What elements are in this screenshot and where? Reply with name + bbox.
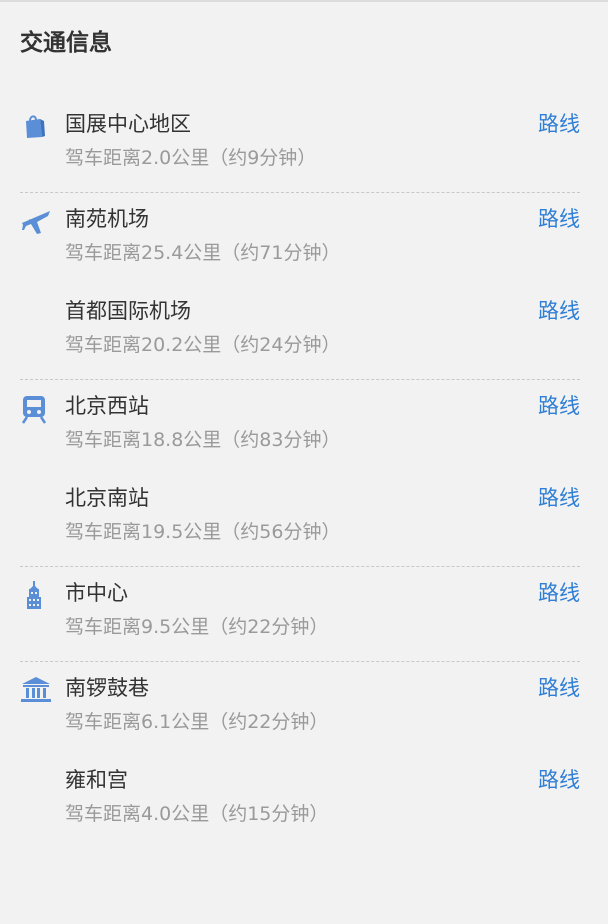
route-link[interactable]: 路线: [538, 110, 580, 138]
airplane-icon: [20, 207, 50, 235]
section-title: 交通信息: [20, 30, 112, 56]
traffic-info-panel: 交通信息 国展中心地区 驾车距离2.0公里（约9分钟） 路线 南苑机场 驾车距离…: [0, 0, 608, 924]
route-link[interactable]: 路线: [538, 674, 580, 702]
drive-distance: 驾车距离19.5公里（约56分钟）: [65, 521, 341, 543]
drive-distance: 驾车距离18.8公里（约83分钟）: [65, 429, 341, 451]
place-name: 雍和宫: [65, 768, 128, 792]
place-name: 首都国际机场: [65, 299, 191, 323]
list-item: 南锣鼓巷 驾车距离6.1公里（约22分钟） 路线: [20, 662, 580, 754]
route-link[interactable]: 路线: [538, 579, 580, 607]
route-link[interactable]: 路线: [538, 392, 580, 420]
drive-distance: 驾车距离25.4公里（约71分钟）: [65, 242, 341, 264]
transport-group-landmark: 南锣鼓巷 驾车距离6.1公里（约22分钟） 路线 雍和宫 驾车距离4.0公里（约…: [20, 662, 580, 848]
transport-group-city-center: 市中心 驾车距离9.5公里（约22分钟） 路线: [20, 567, 580, 662]
drive-distance: 驾车距离20.2公里（约24分钟）: [65, 334, 341, 356]
list-item: 首都国际机场 驾车距离20.2公里（约24分钟） 路线: [20, 285, 580, 377]
place-name: 北京南站: [65, 486, 149, 510]
place-name: 南锣鼓巷: [65, 676, 149, 700]
place-name: 市中心: [65, 581, 128, 605]
drive-distance: 驾车距离9.5公里（约22分钟）: [65, 616, 329, 638]
place-name: 南苑机场: [65, 207, 149, 231]
list-item: 国展中心地区 驾车距离2.0公里（约9分钟） 路线: [20, 98, 580, 190]
list-item: 雍和宫 驾车距离4.0公里（约15分钟） 路线: [20, 754, 580, 846]
list-item: 北京南站 驾车距离19.5公里（约56分钟） 路线: [20, 472, 580, 564]
train-icon: [20, 394, 48, 424]
transport-group-train: 北京西站 驾车距离18.8公里（约83分钟） 路线 北京南站 驾车距离19.5公…: [20, 380, 580, 567]
place-name: 国展中心地区: [65, 112, 191, 136]
route-link[interactable]: 路线: [538, 205, 580, 233]
transport-group-airport: 南苑机场 驾车距离25.4公里（约71分钟） 路线 首都国际机场 驾车距离20.…: [20, 193, 580, 380]
shopping-bag-icon: [20, 112, 48, 140]
route-link[interactable]: 路线: [538, 297, 580, 325]
route-link[interactable]: 路线: [538, 766, 580, 794]
route-link[interactable]: 路线: [538, 484, 580, 512]
list-item: 市中心 驾车距离9.5公里（约22分钟） 路线: [20, 567, 580, 659]
transport-groups: 国展中心地区 驾车距离2.0公里（约9分钟） 路线 南苑机场 驾车距离25.4公…: [0, 98, 600, 848]
list-item: 北京西站 驾车距离18.8公里（约83分钟） 路线: [20, 380, 580, 472]
list-item: 南苑机场 驾车距离25.4公里（约71分钟） 路线: [20, 193, 580, 285]
transport-group-shopping: 国展中心地区 驾车距离2.0公里（约9分钟） 路线: [20, 98, 580, 193]
city-building-icon: [20, 581, 48, 609]
drive-distance: 驾车距离6.1公里（约22分钟）: [65, 711, 329, 733]
place-name: 北京西站: [65, 394, 149, 418]
drive-distance: 驾车距离2.0公里（约9分钟）: [65, 147, 317, 169]
landmark-icon: [20, 676, 51, 704]
drive-distance: 驾车距离4.0公里（约15分钟）: [65, 803, 329, 825]
